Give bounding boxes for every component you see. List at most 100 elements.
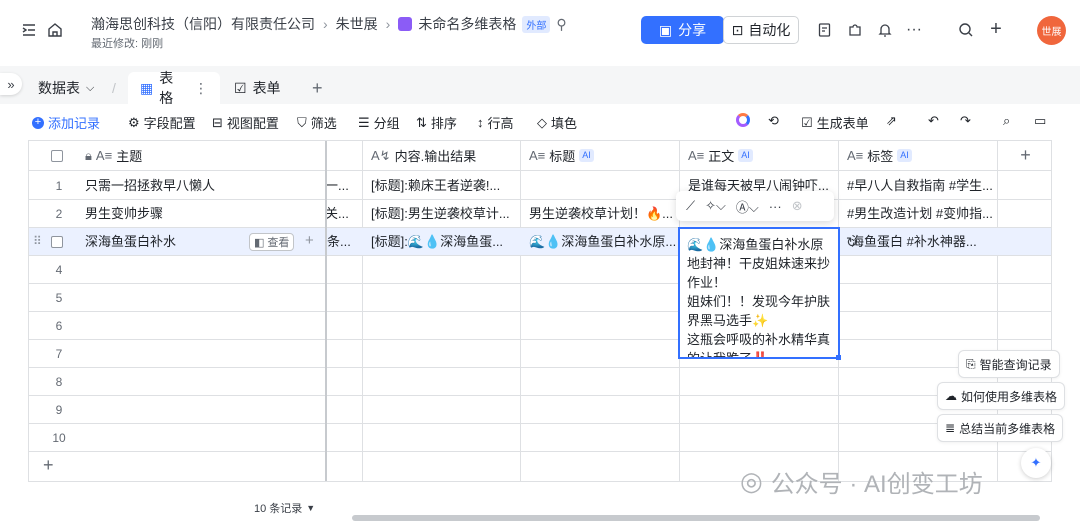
table-row[interactable]: 9: [29, 396, 1051, 424]
cell-partial[interactable]: 关...: [321, 200, 362, 228]
add-field-button[interactable]: +: [998, 141, 1051, 171]
share-view-icon[interactable]: ⇗: [886, 113, 897, 129]
pin-icon[interactable]: ⚲: [556, 16, 566, 33]
table-row[interactable]: 7: [29, 340, 1051, 368]
row-height-label: 行高: [487, 116, 514, 131]
fill-handle[interactable]: [836, 355, 841, 360]
cell-subject[interactable]: 深海鱼蛋白补水: [77, 228, 237, 256]
refresh-icon[interactable]: ↻: [846, 234, 858, 251]
cell-title[interactable]: 🌊💧深海鱼蛋白补水原...: [521, 228, 679, 256]
redo-icon[interactable]: ↷: [960, 113, 971, 129]
row-number: 4: [55, 263, 63, 277]
automation-button[interactable]: ⊡ 自动化: [723, 16, 799, 44]
ai-assistant-icon[interactable]: [736, 113, 750, 127]
share-button[interactable]: ▣ 分享: [641, 16, 724, 44]
add-row-button[interactable]: +: [43, 455, 54, 476]
table-row[interactable]: 8: [29, 368, 1051, 396]
cell-tags[interactable]: #男生改造计划 #变帅指...: [839, 200, 997, 228]
caret-down-icon: ▼: [306, 503, 316, 513]
ai-dropdown-icon[interactable]: Ⓐ⌵: [736, 197, 759, 216]
header-partial[interactable]: [325, 141, 362, 171]
plus-icon[interactable]: +: [987, 18, 1005, 40]
undo-icon[interactable]: ↶: [928, 113, 939, 129]
avatar[interactable]: 世展: [1037, 16, 1066, 45]
cell-content-output[interactable]: [标题]:🌊💧深海鱼蛋...: [363, 228, 520, 256]
add-view-button[interactable]: +: [300, 72, 335, 104]
table-row-selected[interactable]: ⠿ 深海鱼蛋白补水 ◧ 查看 + 条... [标题]:🌊💧深海鱼蛋... 🌊💧深…: [29, 228, 1051, 256]
filter-label: 筛选: [310, 116, 337, 131]
header-title[interactable]: A≡ 标题 AI: [521, 141, 679, 171]
more-icon[interactable]: ···: [769, 199, 782, 214]
kebab-menu-icon[interactable]: ⋮: [194, 80, 208, 97]
cell-content-output[interactable]: [标题]:男生逆袭校草计...: [363, 200, 520, 228]
sort-button[interactable]: ⇅ 排序: [416, 113, 457, 132]
table-row[interactable]: 2 男生变帅步骤 关... [标题]:男生逆袭校草计... 男生逆袭校草计划！🔥…: [29, 200, 1051, 228]
horizontal-scrollbar[interactable]: [352, 515, 1040, 521]
document-stats-icon[interactable]: [816, 21, 834, 39]
header-tags[interactable]: A≡ 标签 AI: [839, 141, 997, 171]
search-icon[interactable]: [957, 21, 975, 39]
comment-icon[interactable]: ▭: [1034, 113, 1046, 129]
cell-tags[interactable]: #早八人自救指南 #学生...: [839, 172, 997, 200]
smart-query-button[interactable]: ⎘ 智能查询记录: [958, 350, 1060, 378]
home-icon[interactable]: [46, 21, 64, 39]
generate-form-button[interactable]: ☑ 生成表单: [801, 113, 869, 132]
row-number: 9: [55, 403, 63, 417]
breadcrumb-company[interactable]: 瀚海思创科技（信阳）有限责任公司: [91, 14, 315, 34]
cell-partial[interactable]: 一...: [321, 172, 362, 200]
frozen-column-divider: [325, 141, 327, 481]
row-checkbox[interactable]: [51, 236, 63, 248]
add-record-button[interactable]: + 添加记录: [32, 113, 100, 132]
cell-partial[interactable]: 条...: [325, 228, 362, 256]
bell-icon[interactable]: [876, 21, 894, 39]
table-row[interactable]: 4: [29, 256, 1051, 284]
magic-wand-icon[interactable]: ⟋: [686, 198, 695, 214]
doc-title[interactable]: 未命名多维表格: [418, 14, 516, 34]
cell-content-output[interactable]: [标题]:赖床王者逆袭!...: [363, 172, 520, 200]
table-row[interactable]: 1 只需一招拯救早八懒人 一... [标题]:赖床王者逆袭!... 是谁每天被早…: [29, 172, 1051, 200]
tab-data-table[interactable]: 数据表 ⌵: [26, 72, 106, 104]
record-count[interactable]: 10 条记录 ▼: [254, 500, 315, 516]
cell-editor[interactable]: 🌊💧深海鱼蛋白补水原地封神！干皮姐妹速来抄作业！ 姐妹们！！发现今年护肤界黑马选…: [678, 227, 840, 359]
tab-form-view[interactable]: ☑ 表单: [222, 72, 293, 104]
how-to-use-label: 如何使用多维表格: [961, 389, 1058, 404]
breadcrumb-user[interactable]: 朱世展: [336, 14, 378, 34]
cell-subject[interactable]: 男生变帅步骤: [77, 200, 325, 228]
view-config-label: 视图配置: [226, 116, 279, 131]
header-subject[interactable]: 🔒︎ A≡ 主题: [29, 141, 325, 171]
table-row[interactable]: 6: [29, 312, 1051, 340]
row-number: 10: [52, 431, 66, 445]
fill-color-button[interactable]: ◇ 填色: [537, 113, 577, 132]
more-icon[interactable]: ···: [905, 21, 923, 39]
ai-sparkle-button[interactable]: ✦: [1021, 448, 1051, 478]
header-body[interactable]: A≡ 正文 AI: [680, 141, 838, 171]
row-height-button[interactable]: ↕ 行高: [477, 113, 514, 132]
cell-tags[interactable]: 海鱼蛋白 #补水神器...: [839, 228, 997, 256]
filter-button[interactable]: ⛉ 筛选: [297, 113, 337, 132]
body-header-label: 正文: [708, 149, 735, 164]
cell-subject[interactable]: 只需一招拯救早八懒人: [77, 172, 325, 200]
header-content-output[interactable]: A↯ 内容.输出结果: [363, 141, 520, 171]
view-config-button[interactable]: ⊟ 视图配置: [212, 113, 279, 132]
field-config-button[interactable]: ⚙ 字段配置: [128, 113, 196, 132]
sidebar-toggle-icon[interactable]: [20, 21, 38, 39]
expand-sidebar-icon[interactable]: »: [0, 73, 22, 95]
expand-record-button[interactable]: ◧ 查看: [249, 233, 295, 251]
group-button[interactable]: ☰ 分组: [358, 113, 400, 132]
search-records-icon[interactable]: ⌕: [1003, 113, 1010, 129]
table-row[interactable]: 10: [29, 424, 1051, 452]
cell-title[interactable]: [521, 172, 679, 200]
history-icon[interactable]: ⟲: [768, 113, 779, 129]
sparkle-dropdown-icon[interactable]: ✧⌵: [705, 198, 726, 214]
add-row-plus-icon[interactable]: +: [305, 232, 314, 249]
close-circle-icon[interactable]: ⊗: [792, 198, 803, 214]
summarize-button[interactable]: ≣ 总结当前多维表格: [937, 414, 1064, 442]
tab-table-view[interactable]: ▦ 表格 ⋮: [128, 70, 220, 106]
lock-icon: 🔒︎: [85, 147, 92, 163]
table-row[interactable]: 5: [29, 284, 1051, 312]
plugin-icon[interactable]: [846, 21, 864, 39]
select-all-checkbox[interactable]: [51, 149, 63, 162]
how-to-use-button[interactable]: ☁ 如何使用多维表格: [937, 382, 1066, 410]
cell-title[interactable]: 男生逆袭校草计划！🔥...: [521, 200, 679, 228]
drag-handle-icon[interactable]: ⠿: [33, 234, 42, 248]
